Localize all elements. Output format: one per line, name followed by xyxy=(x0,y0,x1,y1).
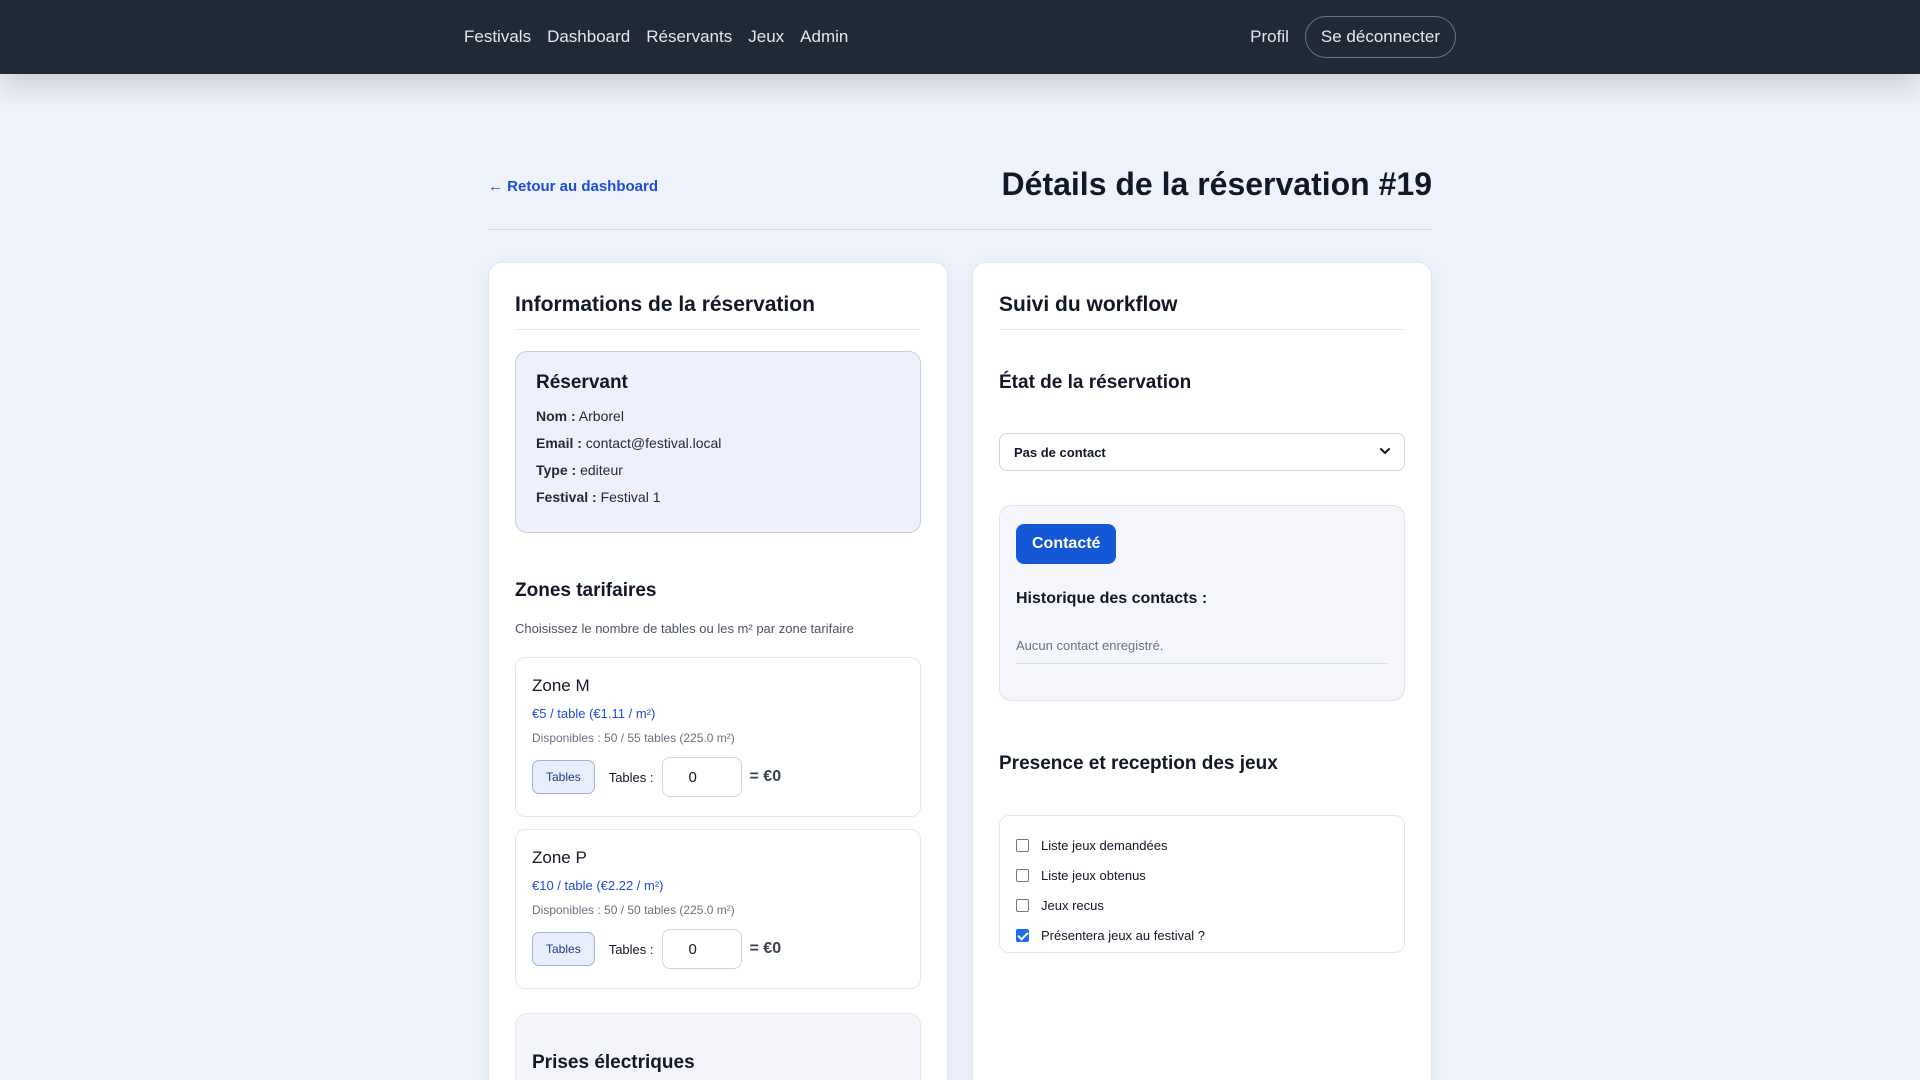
zones-subtitle: Choisissez le nombre de tables ou les m²… xyxy=(515,621,854,636)
check-row: Liste jeux demandées xyxy=(1016,830,1388,860)
tables-quantity-input[interactable] xyxy=(661,757,742,797)
reservant-type: editeur xyxy=(580,462,623,478)
reservation-info-card: Informations de la réservation Réservant… xyxy=(488,262,948,1080)
zone-name: Zone M xyxy=(532,676,590,695)
zone-total: = €0 xyxy=(749,768,782,785)
contact-panel: Contacté Historique des contacts : Aucun… xyxy=(999,505,1405,701)
zones-heading: Zones tarifaires xyxy=(515,580,657,601)
state-selected-value: Pas de contact xyxy=(1014,444,1106,460)
top-navbar: Festivals Dashboard Réservants Jeux Admi… xyxy=(0,0,1920,74)
user-nav: Profil Se déconnecter xyxy=(1250,0,1456,74)
nav-festivals[interactable]: Festivals xyxy=(464,27,531,47)
checkbox-label: Liste jeux obtenus xyxy=(1041,867,1146,883)
zone-total: = €0 xyxy=(749,940,782,957)
zone-availability: Disponibles : 50 / 50 tables (225.0 m²) xyxy=(532,903,735,917)
reservant-name: Arborel xyxy=(578,408,624,424)
reservant-name-line: Nom : Arborel xyxy=(536,408,900,424)
reservation-state-select[interactable]: Pas de contact xyxy=(999,433,1405,471)
zone-price: €10 / table (€2.22 / m²) xyxy=(532,878,664,893)
reservant-heading: Réservant xyxy=(536,372,628,393)
reservant-email-line: Email : contact@festival.local xyxy=(536,435,900,451)
zone-card-m: Zone M €5 / table (€1.11 / m²) Disponibl… xyxy=(515,657,921,817)
checkbox-label: Liste jeux demandées xyxy=(1041,837,1168,853)
contact-history-heading: Historique des contacts : xyxy=(1016,590,1208,607)
checkbox-label: Jeux recus xyxy=(1041,897,1104,913)
electric-outlets-panel: Prises électriques xyxy=(515,1013,921,1080)
tables-label: Tables : xyxy=(608,769,654,785)
presence-heading: Presence et reception des jeux xyxy=(999,753,1278,774)
check-row: Jeux recus xyxy=(1016,890,1388,920)
zone-quantity-row: Tables Tables : = €0 xyxy=(532,929,904,969)
check-row: Présentera jeux au festival ? xyxy=(1016,920,1388,950)
nav-profile[interactable]: Profil xyxy=(1250,27,1289,47)
nav-admin[interactable]: Admin xyxy=(800,27,848,47)
tables-label: Tables : xyxy=(608,941,654,957)
reservant-festival-line: Festival : Festival 1 xyxy=(536,489,900,505)
type-label: Type : xyxy=(536,462,577,478)
checkbox[interactable] xyxy=(1016,838,1029,852)
info-card-title: Informations de la réservation xyxy=(515,293,921,330)
nav-dashboard[interactable]: Dashboard xyxy=(547,27,630,47)
email-label: Email : xyxy=(536,435,582,451)
reservant-type-line: Type : editeur xyxy=(536,462,900,478)
page-title: Détails de la réservation #19 xyxy=(1001,166,1432,202)
zone-quantity-row: Tables Tables : = €0 xyxy=(532,757,904,797)
page-header: ← Retour au dashboard Détails de la rése… xyxy=(488,160,1432,230)
checkbox[interactable] xyxy=(1016,868,1029,882)
checkbox[interactable] xyxy=(1016,898,1029,912)
name-label: Nom : xyxy=(536,408,576,424)
nav-jeux[interactable]: Jeux xyxy=(748,27,784,47)
checkbox[interactable] xyxy=(1016,928,1029,942)
reservant-festival: Festival 1 xyxy=(600,489,661,505)
workflow-card-title: Suivi du workflow xyxy=(999,293,1405,330)
contacted-button[interactable]: Contacté xyxy=(1016,524,1117,564)
presence-checklist: Liste jeux demandées Liste jeux obtenus … xyxy=(999,815,1405,953)
logout-button[interactable]: Se déconnecter xyxy=(1304,16,1456,58)
tables-quantity-input[interactable] xyxy=(661,929,742,969)
chevron-down-icon xyxy=(1380,448,1390,454)
workflow-card: Suivi du workflow État de la réservation… xyxy=(972,262,1432,1080)
zone-price: €5 / table (€1.11 / m²) xyxy=(532,706,656,721)
back-to-dashboard-link[interactable]: ← Retour au dashboard xyxy=(488,178,658,195)
tables-mode-button[interactable]: Tables xyxy=(532,760,595,794)
reservant-panel: Réservant Nom : Arborel Email : contact@… xyxy=(515,351,921,533)
festival-label: Festival : xyxy=(536,489,597,505)
zone-name: Zone P xyxy=(532,848,587,867)
checkbox-label: Présentera jeux au festival ? xyxy=(1041,927,1206,943)
main-nav: Festivals Dashboard Réservants Jeux Admi… xyxy=(464,0,848,74)
reservant-email: contact@festival.local xyxy=(585,435,722,451)
nav-reservants[interactable]: Réservants xyxy=(646,27,732,47)
tables-mode-button[interactable]: Tables xyxy=(532,932,595,966)
check-row: Liste jeux obtenus xyxy=(1016,860,1388,890)
zone-card-p: Zone P €10 / table (€2.22 / m²) Disponib… xyxy=(515,829,921,989)
prises-heading: Prises électriques xyxy=(532,1052,695,1073)
state-heading: État de la réservation xyxy=(999,372,1192,393)
zone-availability: Disponibles : 50 / 55 tables (225.0 m²) xyxy=(532,731,735,745)
contact-history-empty: Aucun contact enregistré. xyxy=(1016,638,1388,664)
